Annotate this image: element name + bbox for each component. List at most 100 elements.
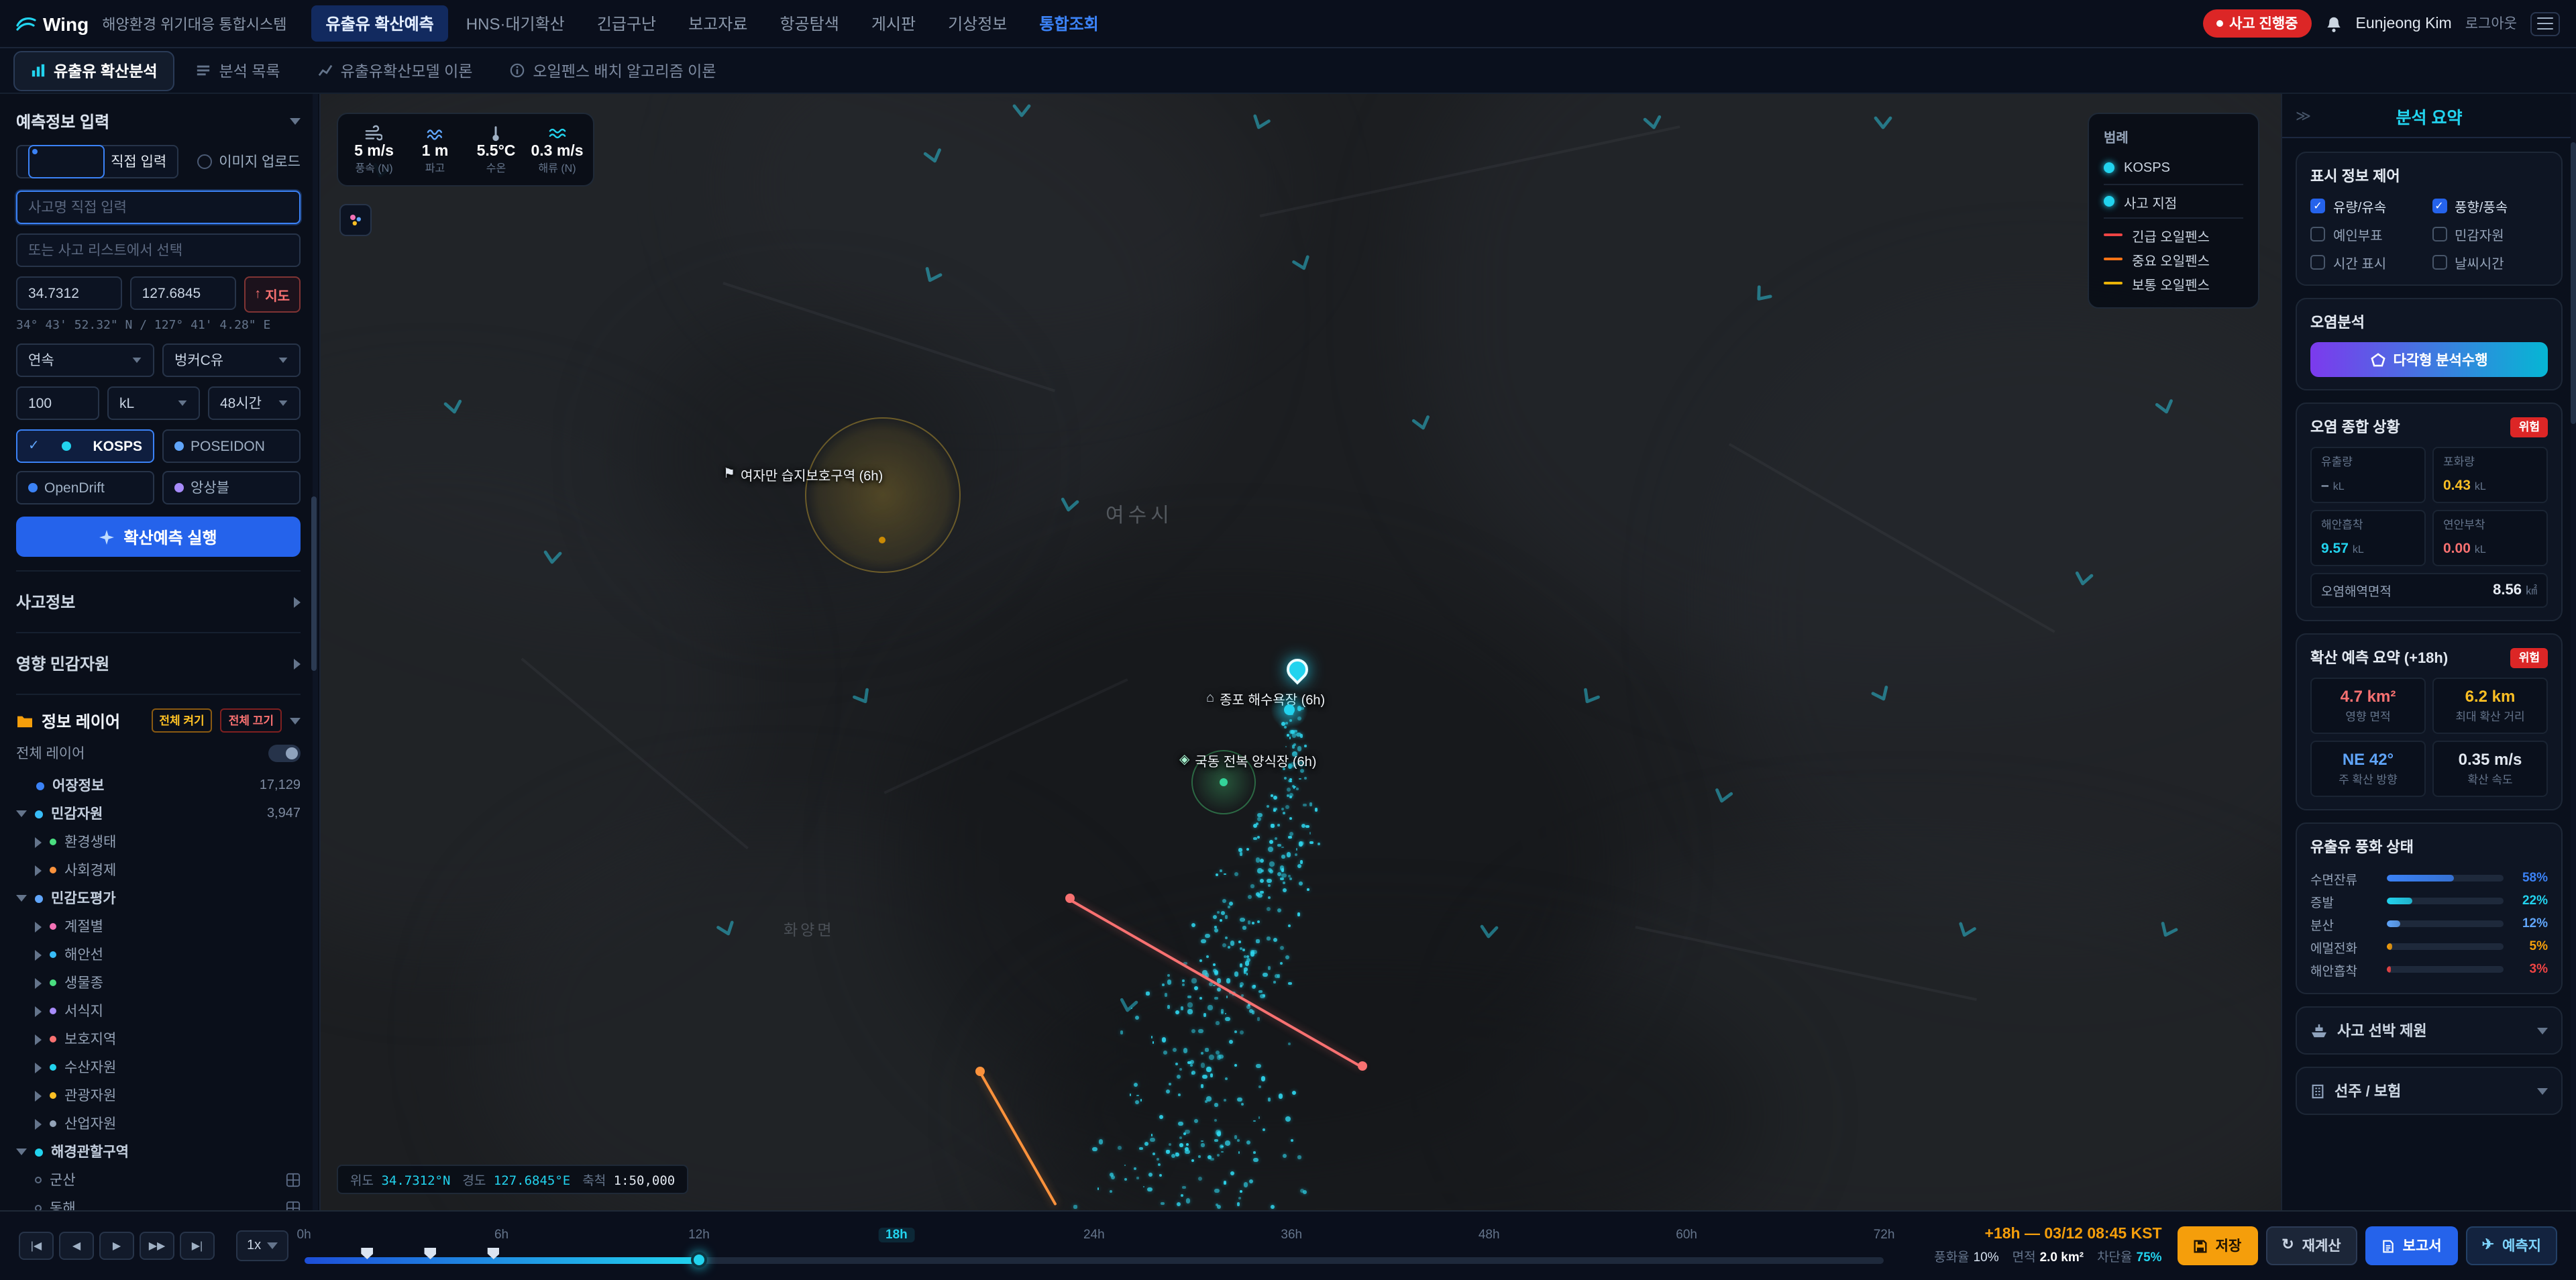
chevron-right-icon[interactable]	[35, 921, 42, 932]
tick-36h[interactable]: 36h	[1281, 1227, 1302, 1242]
저장-button[interactable]: 저장	[2178, 1226, 2258, 1265]
layer-item[interactable]: 해경관할구역	[16, 1138, 301, 1166]
chevron-right-icon[interactable]	[35, 949, 42, 960]
nav-item-6[interactable]: 기상정보	[933, 5, 1022, 42]
display-option-2[interactable]: 예인부표	[2310, 224, 2426, 244]
chevron-right-icon[interactable]	[35, 865, 42, 875]
menu-button[interactable]	[2530, 11, 2560, 36]
speed-select[interactable]: 1x	[236, 1230, 288, 1261]
incident-pin-icon[interactable]	[1282, 654, 1312, 684]
logout-button[interactable]: 로그아웃	[2465, 13, 2517, 34]
fence-endpoint[interactable]	[1358, 1061, 1367, 1071]
impact-resources-section[interactable]: 영향 민감자원	[16, 647, 301, 680]
fast-forward-button[interactable]: ▶▶	[140, 1232, 174, 1260]
scrollbar-thumb[interactable]	[2571, 142, 2576, 424]
display-option-3[interactable]: 민감자원	[2432, 224, 2548, 244]
layer-subitem[interactable]: 생물종	[16, 969, 301, 997]
duration-select[interactable]: 48시간	[208, 386, 301, 420]
layer-subitem[interactable]: 사회경제	[16, 856, 301, 884]
tab-1[interactable]: 분석 목록	[180, 50, 297, 91]
재계산-button[interactable]: ↻재계산	[2265, 1226, 2357, 1265]
user-name[interactable]: Eunjeong Kim	[2356, 15, 2452, 32]
input-mode-radio-1[interactable]: 이미지 업로드	[197, 145, 301, 178]
tick-24h[interactable]: 24h	[1083, 1227, 1105, 1242]
map-annotation[interactable]: ⚑ 여자만 습지보호구역 (6h)	[723, 464, 883, 484]
tab-3[interactable]: 오일펜스 배치 알고리즘 이론	[494, 50, 732, 91]
tick-72h[interactable]: 72h	[1874, 1227, 1895, 1242]
accident-name-input[interactable]	[16, 191, 301, 224]
layer-subitem[interactable]: 계절별	[16, 912, 301, 941]
expander-icon[interactable]	[16, 895, 27, 902]
pick-on-map-button[interactable]: ↑지도	[244, 276, 301, 313]
chevron-right-icon[interactable]	[35, 1118, 42, 1129]
nav-item-1[interactable]: HNS·대기확산	[451, 5, 580, 42]
chevron-right-icon[interactable]	[35, 1006, 42, 1016]
보고서-button[interactable]: 보고서	[2365, 1226, 2458, 1265]
longitude-input[interactable]	[130, 276, 236, 310]
map-annotation[interactable]: ◈ 국동 전복 양식장 (6h)	[1179, 750, 1316, 770]
expander-icon[interactable]	[16, 1149, 27, 1155]
model-chip-kosps[interactable]: ✓KOSPS	[16, 429, 154, 463]
app-logo[interactable]: Wing	[16, 13, 89, 34]
chevron-right-icon[interactable]	[35, 1034, 42, 1045]
chevron-right-icon[interactable]	[35, 1062, 42, 1073]
accident-list-input[interactable]	[16, 233, 301, 267]
oil-fence-line-important[interactable]	[979, 1073, 1057, 1206]
layer-subitem[interactable]: 환경생태	[16, 828, 301, 856]
tick-0h[interactable]: 0h	[297, 1227, 311, 1242]
tick-60h[interactable]: 60h	[1676, 1227, 1697, 1242]
draw-tools-button[interactable]	[339, 204, 372, 236]
skip-end-button[interactable]: ▶|	[180, 1232, 215, 1260]
all-layers-toggle[interactable]	[268, 745, 301, 762]
layer-subitem[interactable]: 서식지	[16, 997, 301, 1025]
tab-0[interactable]: 유출유 확산분석	[13, 50, 175, 91]
fence-endpoint[interactable]	[975, 1067, 985, 1076]
slider-handle[interactable]	[691, 1252, 707, 1268]
tick-6h[interactable]: 6h	[494, 1227, 508, 1242]
polygon-analysis-button[interactable]: 다각형 분석수행	[2310, 342, 2548, 377]
nav-item-7[interactable]: 통합조회	[1024, 5, 1113, 42]
layer-subitem[interactable]: 산업자원	[16, 1110, 301, 1138]
panel-scrollbar[interactable]	[2571, 94, 2576, 1210]
skip-start-button[interactable]: |◀	[19, 1232, 54, 1260]
nav-item-2[interactable]: 긴급구난	[582, 5, 671, 42]
ship-spec-section[interactable]: 사고 선박 제원	[2296, 1006, 2563, 1055]
layer-item[interactable]: 민감자원3,947	[16, 800, 301, 828]
layer-subitem[interactable]: 동해	[16, 1194, 301, 1210]
play-button[interactable]: ▶	[99, 1232, 134, 1260]
step-back-button[interactable]: ◀	[59, 1232, 94, 1260]
layers-all-off-button[interactable]: 전체 끄기	[221, 708, 282, 733]
tab-2[interactable]: 유출유확산모델 이론	[302, 50, 489, 91]
model-chip-opendrift[interactable]: OpenDrift	[16, 471, 154, 504]
unit-select[interactable]: kL	[107, 386, 200, 420]
amount-input[interactable]	[16, 386, 99, 420]
predict-section-header[interactable]: 예측정보 입력	[16, 110, 301, 133]
sidebar-scrollbar[interactable]	[313, 94, 318, 1210]
tick-48h[interactable]: 48h	[1479, 1227, 1500, 1242]
layer-subitem[interactable]: 수산자원	[16, 1053, 301, 1081]
layer-subitem[interactable]: 해안선	[16, 941, 301, 969]
display-option-4[interactable]: 시간 표시	[2310, 252, 2426, 272]
panel-collapse-icon[interactable]: ≫	[2296, 107, 2311, 124]
incident-status-badge[interactable]: 사고 진행중	[2202, 9, 2311, 38]
model-chip-poseidon[interactable]: POSEIDON	[162, 429, 301, 463]
grid-icon[interactable]	[286, 1173, 301, 1187]
tick-12h[interactable]: 12h	[688, 1227, 710, 1242]
display-option-1[interactable]: ✓풍향/풍속	[2432, 196, 2548, 216]
layers-all-on-button[interactable]: 전체 켜기	[151, 708, 212, 733]
notification-bell-icon[interactable]	[2325, 14, 2343, 33]
spill-mode-select[interactable]: 연속	[16, 343, 154, 377]
layer-subitem[interactable]: 보호지역	[16, 1025, 301, 1053]
chevron-right-icon[interactable]	[35, 977, 42, 988]
latitude-input[interactable]	[16, 276, 122, 310]
run-prediction-button[interactable]: 확산예측 실행	[16, 517, 301, 557]
owner-insurance-section[interactable]: 선주 / 보험	[2296, 1067, 2563, 1115]
nav-item-5[interactable]: 게시판	[857, 5, 930, 42]
chevron-right-icon[interactable]	[35, 837, 42, 847]
nav-item-4[interactable]: 항공탐색	[765, 5, 853, 42]
oil-fence-line-emergency[interactable]	[1070, 899, 1364, 1069]
expander-icon[interactable]	[16, 810, 27, 817]
layer-item[interactable]: 어장정보17,129	[16, 771, 301, 800]
display-option-5[interactable]: 날씨시간	[2432, 252, 2548, 272]
grid-icon[interactable]	[286, 1201, 301, 1210]
